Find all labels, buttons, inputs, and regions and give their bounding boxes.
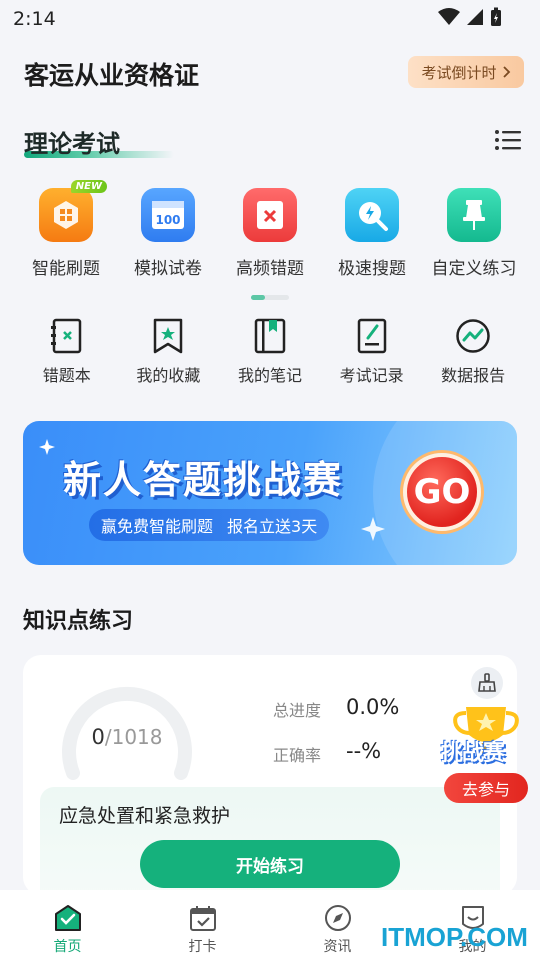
accuracy-label: 正确率 — [273, 746, 322, 765]
feature-label: 智能刷题 — [32, 259, 100, 279]
total-progress-value: 0.0% — [346, 695, 400, 719]
calendar-check-icon — [189, 906, 216, 931]
frequent-mistakes-icon — [243, 188, 297, 242]
progress-done: 0 — [91, 725, 105, 749]
feature-smart-practice[interactable]: NEW 智能刷题 — [16, 180, 116, 279]
banner-sub-right: 报名立送3天 — [227, 517, 318, 536]
knowledge-section-title: 知识点练习 — [23, 609, 134, 634]
feature-custom-practice[interactable]: 自定义练习 — [424, 188, 524, 279]
countdown-label: 考试倒计时 — [421, 63, 497, 82]
list-menu-icon[interactable] — [494, 128, 522, 152]
notes-icon — [254, 318, 286, 354]
status-time: 2:14 — [13, 8, 56, 30]
nav-label: 资讯 — [323, 939, 352, 955]
section-title: 理论考试 — [24, 130, 120, 158]
challenge-title: 挑战赛 — [441, 741, 505, 766]
status-icons — [438, 7, 502, 27]
quick-search-icon — [345, 188, 399, 242]
go-button[interactable]: GO — [403, 453, 481, 531]
app-title: 客运从业资格证 — [24, 61, 200, 90]
tool-exam-record[interactable]: 考试记录 — [321, 318, 423, 386]
exam-countdown-button[interactable]: 考试倒计时 — [408, 56, 524, 88]
feature-mock-exam[interactable]: 100 模拟试卷 — [118, 188, 218, 279]
wifi-icon — [438, 8, 460, 25]
compass-icon — [324, 905, 351, 931]
tool-grid: 错题本 我的收藏 我的笔记 考试记录 数据报告 — [16, 318, 524, 386]
smart-practice-icon: NEW — [39, 180, 107, 242]
feature-grid: NEW 智能刷题 100 模拟试卷 高频错题 极速搜题 自定义练习 — [16, 180, 524, 279]
feature-label: 极速搜题 — [338, 259, 406, 279]
broom-icon — [478, 673, 496, 692]
feature-label: 模拟试卷 — [134, 259, 202, 279]
tool-bookmarks[interactable]: 我的收藏 — [118, 318, 220, 386]
nav-checkin[interactable]: 打卡 — [135, 890, 270, 960]
watermark: ITMOP.COM — [381, 922, 528, 952]
mistake-book-icon — [50, 318, 82, 354]
banner-title: 新人答题挑战赛 — [63, 458, 344, 502]
topic-name: 应急处置和紧急救护 — [59, 805, 231, 827]
topic-card: 应急处置和紧急救护 开始练习 — [40, 787, 500, 895]
tool-label: 我的笔记 — [237, 366, 302, 385]
home-icon — [54, 905, 81, 931]
clear-progress-button[interactable] — [471, 667, 503, 699]
total-progress-label: 总进度 — [273, 701, 322, 720]
progress-count: 0/1018 — [59, 725, 195, 749]
feature-label: 高频错题 — [236, 259, 304, 279]
challenge-banner[interactable]: 新人答题挑战赛 赢免费智能刷题 报名立送3天 GO — [23, 421, 517, 565]
feature-quick-search[interactable]: 极速搜题 — [322, 188, 422, 279]
tool-label: 数据报告 — [441, 366, 506, 385]
bookmark-icon — [154, 318, 183, 354]
banner-sub-left: 赢免费智能刷题 — [101, 517, 214, 536]
tool-label: 我的收藏 — [136, 366, 201, 385]
page-indicator-active — [251, 295, 265, 300]
tool-data-report[interactable]: 数据报告 — [422, 318, 524, 386]
status-bar: 2:14 — [0, 0, 540, 36]
signal-icon — [467, 9, 483, 25]
join-challenge-button[interactable]: 去参与 — [444, 773, 528, 803]
nav-home[interactable]: 首页 — [0, 890, 135, 960]
feature-label: 自定义练习 — [431, 259, 517, 279]
data-report-icon — [456, 319, 490, 353]
accuracy-value: --% — [346, 739, 382, 763]
progress-total: /1018 — [104, 725, 163, 749]
mock-exam-icon: 100 — [141, 188, 195, 242]
nav-label: 首页 — [53, 939, 82, 955]
mock-exam-score: 100 — [155, 213, 180, 227]
tool-label: 考试记录 — [339, 366, 404, 385]
custom-practice-icon — [447, 188, 501, 242]
new-badge: NEW — [70, 180, 107, 193]
nav-label: 打卡 — [188, 939, 217, 955]
feature-frequent-mistakes[interactable]: 高频错题 — [220, 188, 320, 279]
tool-label: 错题本 — [42, 366, 91, 385]
floating-challenge[interactable]: 挑战赛 去参与 — [440, 705, 532, 805]
tool-notes[interactable]: 我的笔记 — [219, 318, 321, 386]
start-practice-button[interactable]: 开始练习 — [140, 840, 400, 888]
exam-record-icon — [357, 318, 386, 354]
battery-icon — [491, 7, 501, 26]
tool-mistake-book[interactable]: 错题本 — [16, 318, 118, 386]
chevron-right-icon — [502, 66, 510, 78]
banner-subtitle: 赢免费智能刷题 报名立送3天 — [89, 509, 330, 541]
